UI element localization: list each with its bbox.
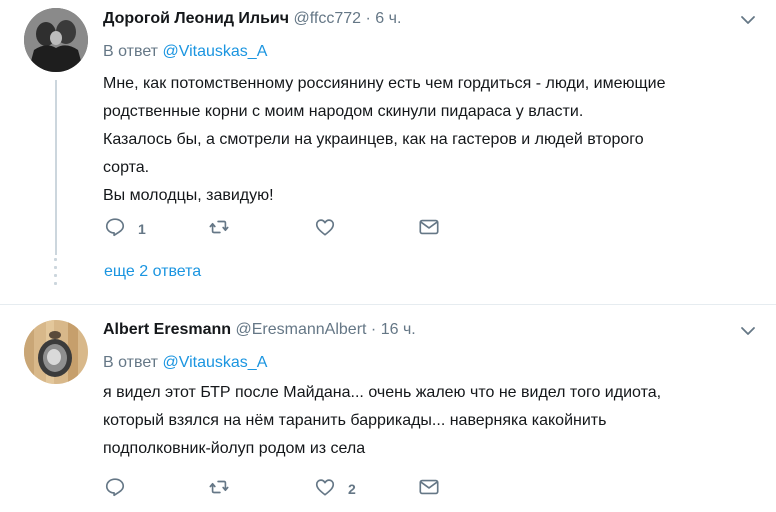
separator: · [365, 10, 371, 27]
tweet[interactable]: Albert Eresmann @EresmannAlbert · 16 ч. … [0, 306, 776, 512]
reply-context: В ответ @Vitauskas_A [103, 43, 267, 61]
timestamp[interactable]: 6 ч. [375, 10, 401, 27]
reply-count: 1 [138, 221, 146, 237]
timestamp[interactable]: 16 ч. [381, 321, 416, 338]
tweet-text: Мне, как потомственному россиянину есть … [103, 70, 753, 210]
envelope-icon [418, 476, 440, 503]
tweet-divider [0, 304, 776, 305]
tweet-text: я видел этот БТР после Майдана... очень … [103, 379, 753, 463]
avatar[interactable] [24, 8, 88, 72]
avatar[interactable] [24, 320, 88, 384]
reply-context: В ответ @Vitauskas_A [103, 354, 267, 372]
reply-button[interactable]: 1 [104, 216, 146, 243]
tweet-text-line: я видел этот БТР после Майдана... очень … [103, 384, 662, 401]
tweet-text-line: родственные корни с моим народом скинули… [103, 103, 584, 120]
retweet-button[interactable] [208, 478, 242, 500]
thread-line [55, 80, 57, 255]
tweet-text-line: который взялся на нём таранить баррикады… [103, 412, 607, 429]
display-name[interactable]: Дорогой Леонид Ильич [103, 10, 289, 27]
retweet-icon [208, 476, 230, 503]
reply-button[interactable] [104, 476, 138, 503]
chevron-down-icon[interactable] [740, 323, 756, 339]
tweet-text-line: Мне, как потомственному россиянину есть … [103, 75, 666, 92]
tweet[interactable]: Дорогой Леонид Ильич @ffcc772 · 6 ч. В о… [0, 0, 776, 305]
reply-icon [104, 476, 126, 503]
chevron-down-icon[interactable] [740, 12, 756, 28]
like-button[interactable]: 2 [314, 478, 356, 500]
mention-link[interactable]: @Vitauskas_A [162, 43, 267, 60]
show-more-replies-link[interactable]: еще 2 ответа [104, 263, 201, 281]
heart-icon [314, 216, 336, 243]
reply-prefix: В ответ [103, 354, 159, 371]
retweet-button[interactable] [208, 218, 242, 240]
display-name[interactable]: Albert Eresmann [103, 321, 231, 338]
tweet-header: Дорогой Леонид Ильич @ffcc772 · 6 ч. [103, 10, 401, 28]
tweet-text-line: подполковник-йолуп родом из села [103, 440, 366, 457]
mention-link[interactable]: @Vitauskas_A [162, 354, 267, 371]
envelope-icon [418, 216, 440, 243]
thread-dots [54, 258, 58, 288]
like-button[interactable] [314, 218, 348, 240]
retweet-icon [208, 216, 230, 243]
like-count: 2 [348, 481, 356, 497]
tweet-text-line: Вы молодцы, завидую! [103, 187, 274, 204]
tweet-text-line: сорта. [103, 159, 150, 176]
user-handle[interactable]: @ffcc772 [294, 10, 362, 27]
separator: · [370, 321, 377, 338]
tweet-text-line: Казалось бы, а смотрели на украинцев, ка… [103, 131, 644, 148]
heart-icon [314, 476, 336, 503]
tweet-header: Albert Eresmann @EresmannAlbert · 16 ч. [103, 321, 416, 339]
reply-prefix: В ответ [103, 43, 159, 60]
message-button[interactable] [418, 218, 440, 240]
message-button[interactable] [418, 478, 440, 500]
user-handle[interactable]: @EresmannAlbert [236, 321, 367, 338]
reply-icon [104, 216, 126, 243]
